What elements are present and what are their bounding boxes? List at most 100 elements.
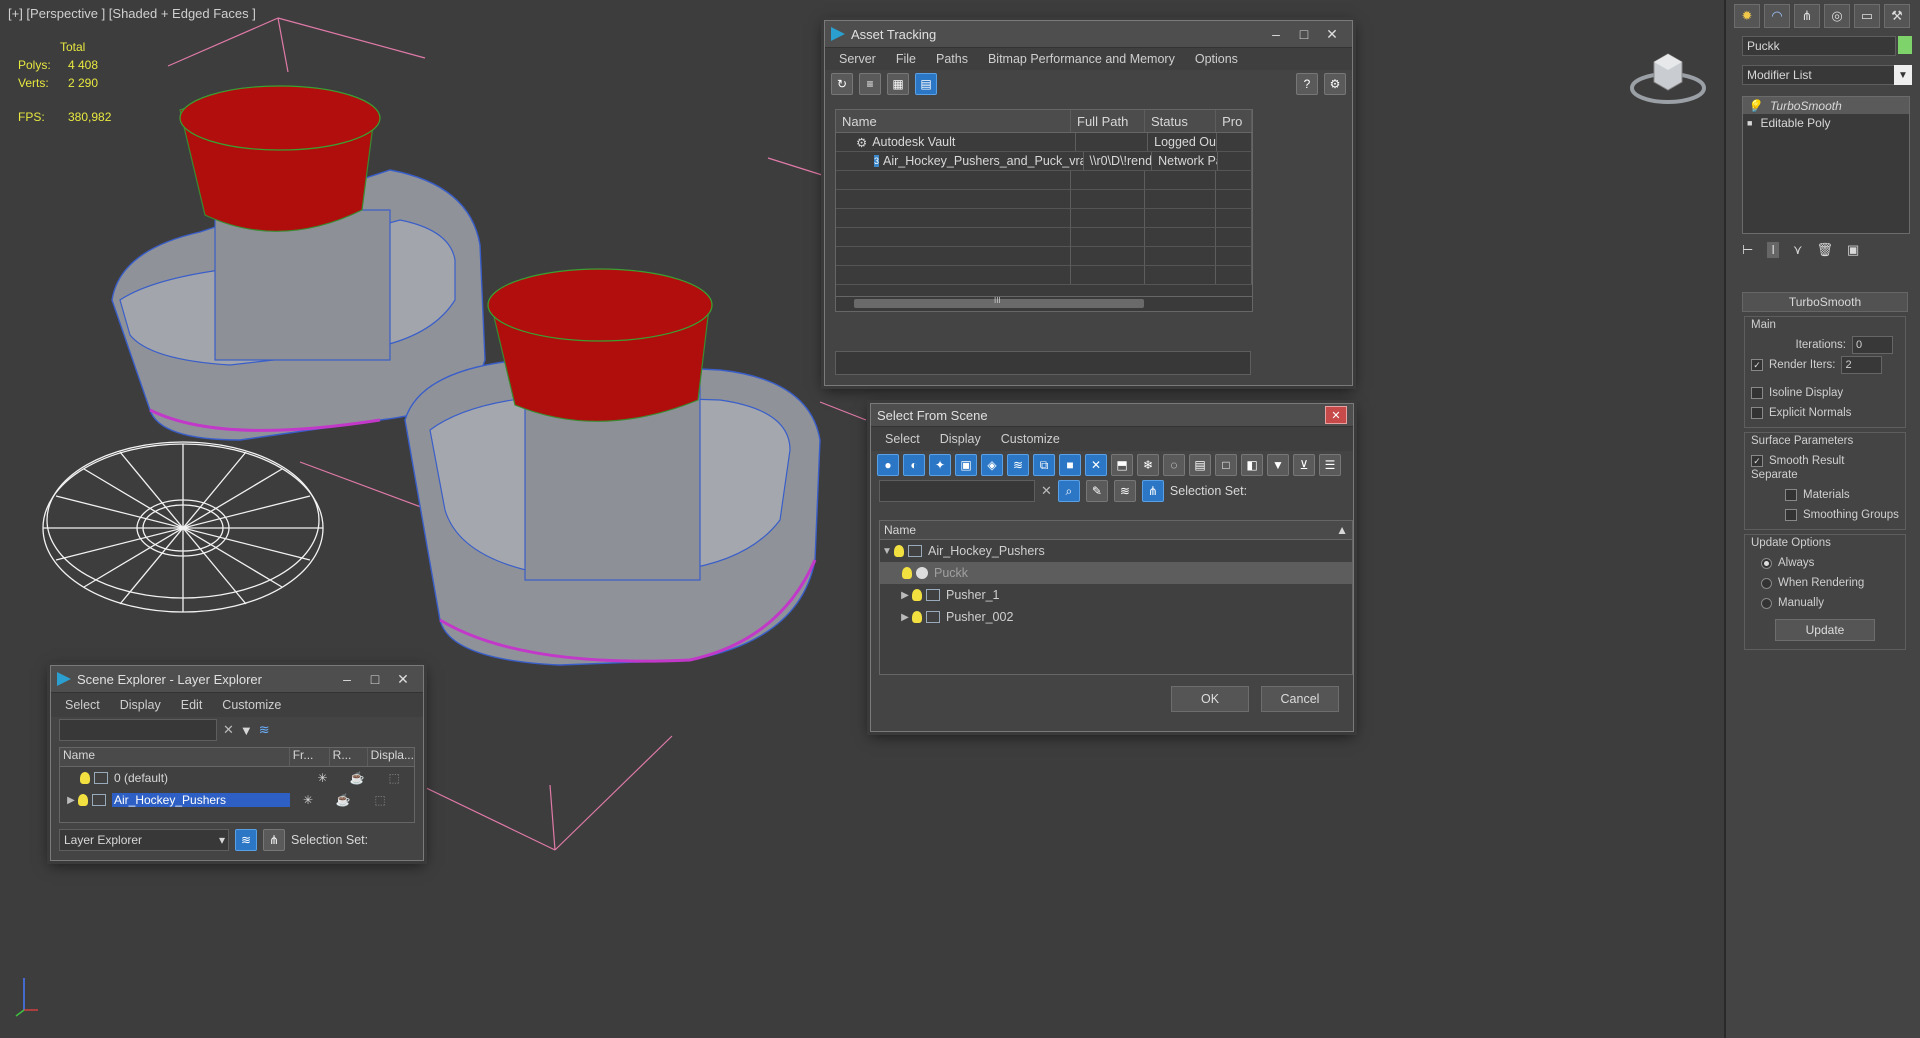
col-full-path[interactable]: Full Path	[1071, 110, 1145, 132]
materials-checkbox[interactable]	[1785, 489, 1797, 501]
freeze-icon[interactable]: ✳	[290, 793, 326, 807]
menu-display[interactable]: Display	[930, 432, 991, 446]
search-input[interactable]	[879, 480, 1035, 502]
menu-options[interactable]: Options	[1185, 52, 1248, 66]
menu-customize[interactable]: Customize	[991, 432, 1070, 446]
horizontal-scrollbar[interactable]: III	[835, 296, 1253, 312]
tree-row-puckk[interactable]: Puckk	[880, 562, 1352, 584]
menu-paths[interactable]: Paths	[926, 52, 978, 66]
filter-icon[interactable]: ▼	[240, 723, 253, 738]
helpers-filter-icon[interactable]: ◈	[981, 454, 1003, 476]
expand-icon[interactable]: ▶	[898, 612, 912, 623]
asset-tracking-titlebar[interactable]: Asset Tracking – □ ✕	[825, 21, 1352, 48]
make-unique-icon[interactable]: ⋎	[1793, 242, 1803, 258]
rollout-header[interactable]: TurboSmooth	[1742, 292, 1908, 312]
menu-select[interactable]: Select	[55, 698, 110, 712]
hierarchy-mode-icon[interactable]: ⋔	[263, 829, 285, 851]
find-icon[interactable]: ⌕	[1057, 480, 1080, 502]
table-row[interactable]: ▶ Air_Hockey_Pushers ✳ ☕ ⬚	[60, 789, 414, 811]
visible-bulb-icon[interactable]	[902, 567, 912, 579]
clear-search-icon[interactable]: ✕	[223, 722, 234, 738]
containers-filter-icon[interactable]: ⬒	[1111, 454, 1133, 476]
visible-bulb-icon[interactable]	[78, 794, 88, 806]
cameras-filter-icon[interactable]: ▣	[955, 454, 977, 476]
lights-filter-icon[interactable]: ✦	[929, 454, 951, 476]
always-radio[interactable]	[1761, 557, 1772, 569]
object-name-field[interactable]: Puckk	[1742, 36, 1896, 56]
display-options-icon[interactable]: ☰	[1319, 454, 1341, 476]
smoothing-groups-checkbox[interactable]	[1785, 509, 1797, 521]
menu-file[interactable]: File	[886, 52, 926, 66]
pin-stack-icon[interactable]: ⊢	[1742, 242, 1753, 258]
groups-filter-icon[interactable]: ⧉	[1033, 454, 1055, 476]
stack-item-editable-poly[interactable]: ■ Editable Poly	[1743, 114, 1909, 131]
explicit-normals-checkbox[interactable]	[1751, 407, 1763, 419]
scrollbar-thumb[interactable]: III	[854, 296, 1144, 308]
shapes-filter-icon[interactable]: ◐	[903, 454, 925, 476]
layer-icon[interactable]: ≋	[1113, 480, 1136, 502]
col-status[interactable]: Status	[1145, 110, 1217, 132]
close-button[interactable]: ✕	[1318, 24, 1346, 44]
menu-select[interactable]: Select	[875, 432, 930, 446]
col-name[interactable]: Name	[60, 748, 290, 766]
frozen-filter-icon[interactable]: ❄	[1137, 454, 1159, 476]
visible-bulb-icon[interactable]	[894, 545, 904, 557]
modifier-list-dropdown[interactable]: Modifier List	[1742, 65, 1896, 85]
explorer-mode-dropdown[interactable]: Layer Explorer ▾	[59, 829, 229, 851]
minimize-button[interactable]: –	[333, 669, 361, 689]
col-renderable[interactable]: R...	[330, 748, 368, 766]
geometry-filter-icon[interactable]: ●	[877, 454, 899, 476]
render-iters-spinner[interactable]: 2	[1841, 356, 1883, 374]
create-tab-icon[interactable]: ✹	[1734, 4, 1760, 28]
hierarchy-tab-icon[interactable]: ⋔	[1794, 4, 1820, 28]
select-all-icon[interactable]: ▤	[1189, 454, 1211, 476]
search-input[interactable]	[59, 719, 217, 741]
viewport-label[interactable]: [+] [Perspective ] [Shaded + Edged Faces…	[8, 6, 256, 21]
menu-server[interactable]: Server	[829, 52, 886, 66]
highlight-icon[interactable]: ≋	[259, 722, 270, 738]
filter-options-icon[interactable]: ⊻	[1293, 454, 1315, 476]
close-button[interactable]: ✕	[1325, 406, 1347, 424]
motion-tab-icon[interactable]: ◎	[1824, 4, 1850, 28]
hierarchy-icon[interactable]: ⋔	[1141, 480, 1164, 502]
chevron-down-icon[interactable]: ▼	[1894, 65, 1912, 85]
list-view-icon[interactable]: ≡	[859, 73, 881, 95]
ok-button[interactable]: OK	[1171, 686, 1249, 712]
visible-bulb-icon[interactable]	[80, 772, 90, 784]
expand-icon[interactable]: ▶	[64, 795, 78, 806]
render-teapot-icon[interactable]: ☕	[340, 771, 374, 785]
tree-row-pusher1[interactable]: ▶ Pusher_1	[880, 584, 1352, 606]
menu-bitmap-performance[interactable]: Bitmap Performance and Memory	[978, 52, 1185, 66]
select-from-scene-titlebar[interactable]: Select From Scene ✕	[871, 404, 1353, 427]
render-teapot-icon[interactable]: ☕	[326, 793, 360, 807]
minimize-button[interactable]: –	[1262, 24, 1290, 44]
vault-help-icon[interactable]: ⚙	[1324, 73, 1346, 95]
select-none-icon[interactable]: □	[1215, 454, 1237, 476]
modify-tab-icon[interactable]: ◠	[1764, 4, 1790, 28]
display-box-icon[interactable]: ⬚	[374, 771, 414, 785]
remove-modifier-icon[interactable]: 🗑	[1816, 242, 1833, 258]
tree-header[interactable]: Name ▲	[880, 521, 1352, 540]
menu-display[interactable]: Display	[110, 698, 171, 712]
object-color-swatch[interactable]	[1898, 36, 1912, 54]
refresh-icon[interactable]: ↻	[831, 73, 853, 95]
utilities-tab-icon[interactable]: ⚒	[1884, 4, 1910, 28]
select-invert-icon[interactable]: ◧	[1241, 454, 1263, 476]
hidden-filter-icon[interactable]: ◌	[1163, 454, 1185, 476]
asset-path-field[interactable]	[835, 351, 1251, 375]
isoline-checkbox[interactable]	[1751, 387, 1763, 399]
iterations-spinner[interactable]: 0	[1852, 336, 1893, 354]
col-display[interactable]: Displa...	[368, 748, 414, 766]
close-button[interactable]: ✕	[389, 669, 417, 689]
smooth-result-checkbox[interactable]: ✓	[1751, 455, 1763, 467]
maximize-button[interactable]: □	[361, 669, 389, 689]
col-frozen[interactable]: Fr...	[290, 748, 330, 766]
menu-edit[interactable]: Edit	[171, 698, 213, 712]
configure-sets-icon[interactable]: ▣	[1847, 242, 1859, 258]
visible-bulb-icon[interactable]	[912, 589, 922, 601]
filter-icon[interactable]: ▼	[1267, 454, 1289, 476]
table-row[interactable]: ⚙ Autodesk Vault Logged Out ...	[836, 133, 1252, 152]
table-row[interactable]: 3Air_Hockey_Pushers_and_Puck_vray.max \\…	[836, 152, 1252, 171]
manually-radio[interactable]	[1761, 597, 1772, 609]
thumbnail-view-icon[interactable]: ▦	[887, 73, 909, 95]
